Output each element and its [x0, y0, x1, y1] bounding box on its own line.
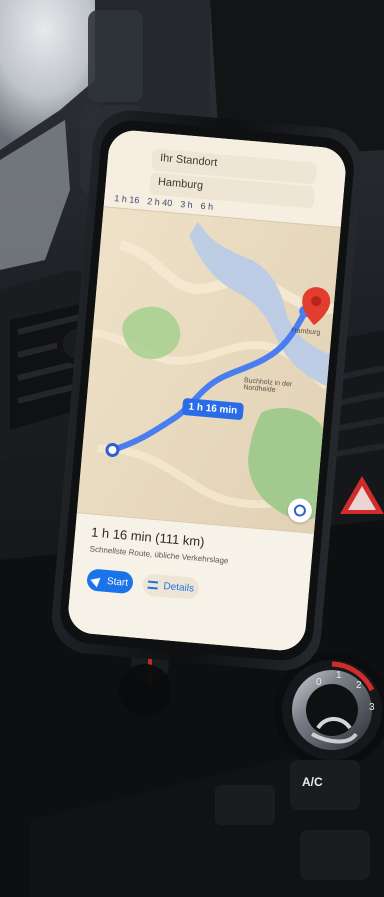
- ac-button-label: A/C: [302, 775, 323, 789]
- route-time-badge-text: 1 h 16 min: [188, 401, 238, 417]
- navigation-icon: [90, 573, 104, 587]
- smartphone: Ihr Standort Hamburg 1 h 16 2 h 40 3 h 6…: [49, 107, 365, 673]
- photo-scene: TRACK: [0, 0, 384, 897]
- mode-bike[interactable]: 6 h: [200, 201, 213, 218]
- phone-screen: Ihr Standort Hamburg 1 h 16 2 h 40 3 h 6…: [66, 128, 348, 653]
- route-search-from-text: Ihr Standort: [159, 152, 218, 170]
- hvac-ring-label-2: 2: [356, 680, 362, 691]
- hvac-ring-label-3: 3: [369, 702, 375, 713]
- start-button-label: Start: [106, 575, 129, 589]
- mode-walk[interactable]: 3 h: [179, 199, 193, 216]
- crosshair-icon: [293, 504, 307, 518]
- mode-transit[interactable]: 2 h 40: [146, 196, 173, 214]
- hvac-ring-label-1: 1: [336, 670, 342, 681]
- start-button[interactable]: Start: [86, 568, 134, 595]
- route-search-to-text: Hamburg: [157, 175, 204, 192]
- details-button-label: Details: [163, 580, 195, 595]
- list-icon: [147, 580, 158, 590]
- hvac-ring-label-0: 0: [316, 677, 322, 688]
- mode-drive[interactable]: 1 h 16: [113, 193, 140, 211]
